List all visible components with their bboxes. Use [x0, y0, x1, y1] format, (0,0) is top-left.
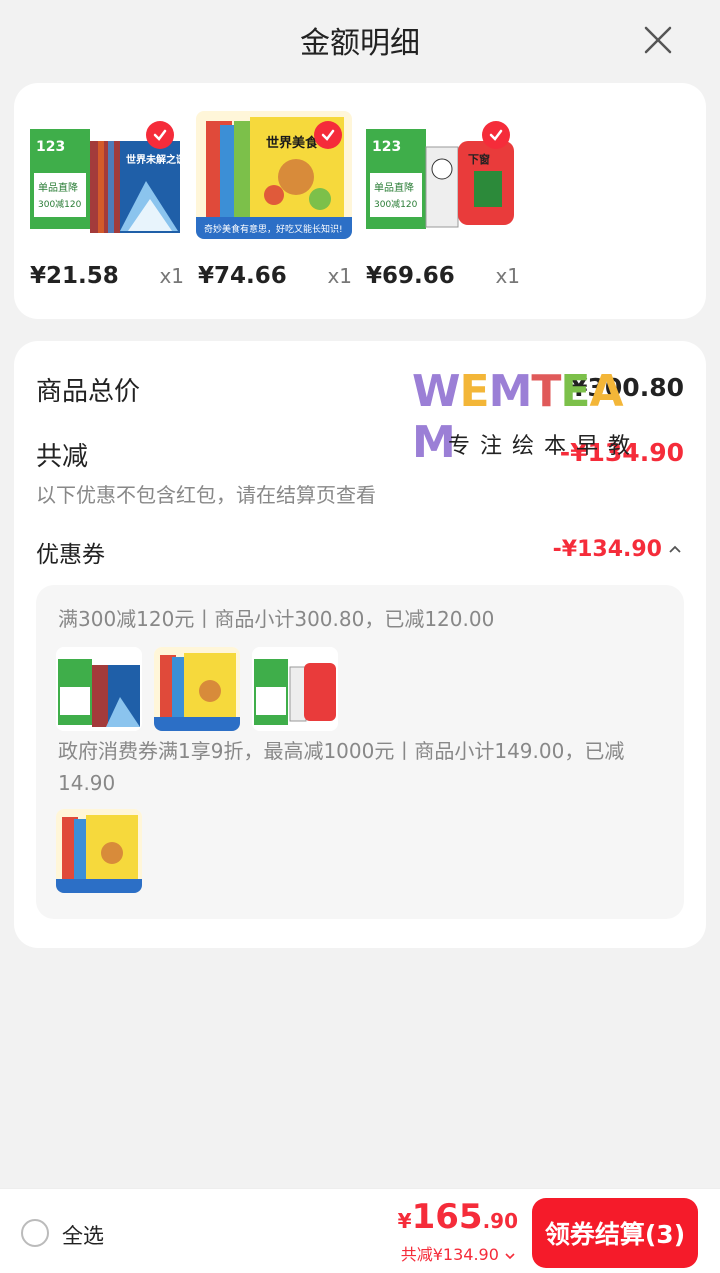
price-integer: 165 — [411, 1197, 483, 1237]
checkout-bar: 全选 ¥165.90 共减¥134.90 领券结算(3) — [0, 1188, 720, 1273]
svg-text:单品直降: 单品直降 — [38, 181, 78, 194]
coupon-product-thumb — [154, 647, 240, 731]
coupon-label: 优惠券 — [36, 542, 105, 568]
product-qty: x1 — [495, 264, 520, 288]
product-qty: x1 — [159, 264, 184, 288]
svg-text:世界美食: 世界美食 — [266, 135, 319, 151]
coupon-toggle[interactable]: -¥134.90 — [553, 537, 684, 562]
currency-symbol: ¥ — [397, 1209, 412, 1233]
checked-icon[interactable] — [482, 121, 510, 149]
coupon-value: -¥134.90 — [552, 537, 662, 562]
coupon-product-thumb — [56, 647, 142, 731]
product-image: 123 单品直降 300减120 世界未解之谜 — [28, 111, 184, 239]
svg-text:奇妙美食有意思，好吃又能长知识!: 奇妙美食有意思，好吃又能长知识! — [204, 223, 343, 235]
product-qty: x1 — [327, 264, 352, 288]
reduce-value: -¥134.90 — [559, 438, 684, 467]
price-decimal: .90 — [482, 1209, 518, 1233]
svg-text:单品直降: 单品直降 — [374, 181, 414, 194]
discount-text: 共减¥134.90 — [400, 1245, 499, 1264]
svg-text:300减120: 300减120 — [374, 198, 418, 210]
page-title: 金额明细 — [300, 26, 420, 61]
coupon-product-thumb — [56, 809, 142, 893]
coupon-product-thumb — [252, 647, 338, 731]
header: 金额明细 — [0, 0, 720, 80]
products-card: 123 单品直降 300减120 世界未解之谜 ¥21.58 x1 世界美食 奇… — [14, 83, 706, 319]
reduce-note: 以下优惠不包含红包，请在结算页查看 — [36, 483, 376, 507]
coupon-rule-text: 满300减120元丨商品小计300.80，已减120.00 — [58, 607, 495, 631]
reduce-label: 共减 — [36, 442, 89, 472]
svg-text:123: 123 — [36, 139, 65, 155]
product-price: ¥74.66 — [198, 263, 287, 289]
svg-text:300减120: 300减120 — [38, 198, 82, 210]
checkout-button[interactable]: 领券结算(3) — [532, 1198, 698, 1268]
price-detail-card: 商品总价 ¥300.80 共减 -¥134.90 以下优惠不包含红包，请在结算页… — [14, 341, 706, 948]
svg-text:下窗: 下窗 — [468, 152, 490, 166]
coupon-rule-text: 政府消费券满1享9折，最高减1000元丨商品小计149.00，已减14.90 — [58, 739, 625, 795]
product-image: 世界美食 奇妙美食有意思，好吃又能长知识! — [196, 111, 352, 239]
product-item[interactable]: 世界美食 奇妙美食有意思，好吃又能长知识! ¥74.66 x1 — [196, 111, 352, 291]
product-price: ¥69.66 — [366, 263, 455, 289]
select-all-radio[interactable] — [21, 1219, 49, 1247]
close-icon[interactable] — [640, 22, 676, 58]
product-price: ¥21.58 — [30, 263, 119, 289]
checked-icon[interactable] — [314, 121, 342, 149]
coupon-breakdown: 满300减120元丨商品小计300.80，已减120.00 政府消费券满1享9折… — [36, 585, 684, 919]
chevron-up-icon — [669, 545, 681, 553]
discount-summary[interactable]: 共减¥134.90 — [401, 1241, 516, 1265]
product-item[interactable]: 123 单品直降 300减120 下窗 ¥69.66 x1 — [364, 111, 520, 291]
product-item[interactable]: 123 单品直降 300减120 世界未解之谜 ¥21.58 x1 — [28, 111, 184, 291]
chevron-down-icon — [505, 1252, 515, 1259]
select-all-label[interactable]: 全选 — [62, 1220, 104, 1250]
total-value: ¥300.80 — [570, 373, 684, 402]
svg-text:123: 123 — [372, 139, 401, 155]
product-image: 123 单品直降 300减120 下窗 — [364, 111, 520, 239]
svg-text:世界未解之谜: 世界未解之谜 — [126, 153, 184, 166]
checked-icon[interactable] — [146, 121, 174, 149]
total-payable: ¥165.90 — [398, 1197, 518, 1237]
total-label: 商品总价 — [36, 377, 141, 407]
